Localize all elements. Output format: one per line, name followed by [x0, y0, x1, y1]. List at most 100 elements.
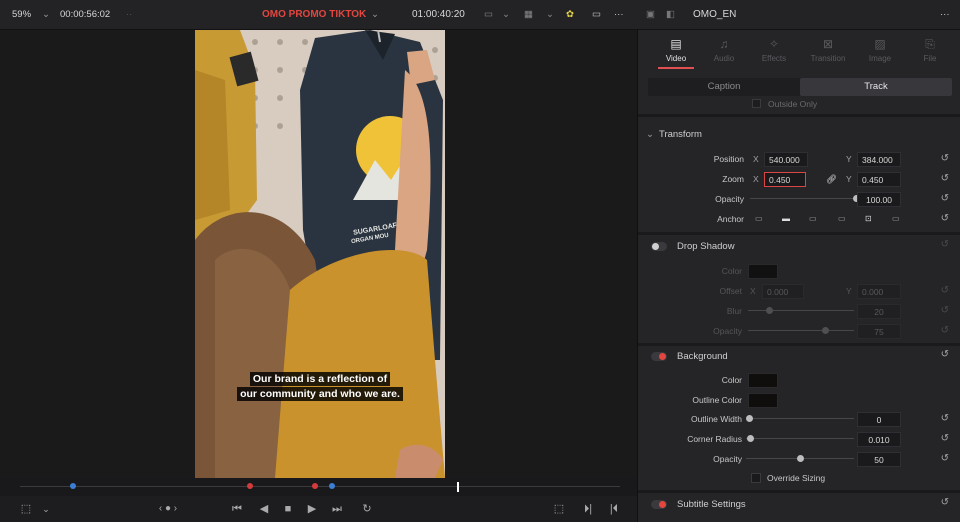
viewer[interactable]: Our brand is a reflection of our communi… [0, 30, 637, 478]
transform-opacity-slider[interactable] [750, 195, 860, 202]
shadow-opacity-field[interactable]: 75 [857, 324, 901, 339]
subtab-track[interactable]: Track [800, 78, 952, 96]
reset-icon[interactable]: ↺ [941, 430, 949, 448]
collapse-chevron-icon[interactable]: ⌄ [646, 124, 654, 146]
background-color-swatch[interactable] [748, 373, 778, 388]
marker-blue[interactable] [70, 483, 76, 489]
position-x-field[interactable]: 540.000 [764, 152, 808, 167]
overlay-chevron-icon[interactable]: ⌄ [546, 0, 554, 30]
reset-icon[interactable]: ↺ [941, 170, 949, 188]
reset-icon[interactable]: ↺ [941, 450, 949, 468]
subtitle-settings-toggle[interactable] [651, 500, 667, 509]
stop-icon[interactable]: ■ [280, 496, 296, 522]
link-icon[interactable]: 🔗︎ [826, 170, 837, 188]
video-frame[interactable]: Our brand is a reflection of our communi… [195, 30, 445, 478]
reset-icon[interactable]: ↺ [941, 302, 949, 320]
tab-video[interactable]: ▤ Video [650, 34, 702, 69]
outside-only-checkbox[interactable] [752, 99, 761, 108]
reset-icon[interactable]: ↺ [941, 190, 949, 208]
anchor-middle-icon[interactable]: ▬ [782, 210, 790, 228]
reset-icon[interactable]: ↺ [941, 346, 949, 364]
viewer-mode-chevron-icon[interactable]: ⌄ [502, 0, 510, 30]
slider-knob[interactable] [822, 327, 829, 334]
zoom-dropdown-chevron-icon[interactable]: ⌄ [42, 0, 50, 30]
background-opacity-field[interactable]: 50 [857, 452, 901, 467]
anchor-right-icon[interactable]: ▭ [892, 210, 900, 228]
playhead[interactable] [457, 482, 459, 492]
zoom-y-field[interactable]: 0.450 [857, 172, 901, 187]
loop-icon[interactable]: ↻ [358, 496, 376, 522]
timeline-name[interactable]: OMO PROMO TIKTOK [262, 0, 366, 30]
outline-width-slider[interactable] [746, 415, 854, 422]
reset-icon[interactable]: ↺ [941, 282, 949, 300]
drop-shadow-header[interactable]: Drop Shadow ↺ [638, 236, 960, 258]
slider-knob[interactable] [747, 435, 754, 442]
shadow-offset-x-field[interactable]: 0.000 [762, 284, 804, 299]
background-opacity-slider[interactable] [746, 455, 854, 462]
marker-red[interactable] [312, 483, 318, 489]
anchor-bottom-icon[interactable]: ▭ [809, 210, 817, 228]
shadow-blur-field[interactable]: 20 [857, 304, 901, 319]
corner-radius-field[interactable]: 0.010 [857, 432, 901, 447]
corner-radius-slider[interactable] [746, 435, 854, 442]
safe-area-icon[interactable]: ⬚ [18, 496, 34, 522]
outline-color-swatch[interactable] [748, 393, 778, 408]
safe-area-chevron-icon[interactable]: ⌄ [40, 496, 52, 522]
reset-icon[interactable]: ↺ [941, 322, 949, 340]
inspector-options-icon[interactable]: ··· [940, 0, 950, 30]
marker-blue[interactable] [329, 483, 335, 489]
transform-opacity-field[interactable]: 100.00 [857, 192, 901, 207]
tab-file[interactable]: ⎘ File [904, 34, 956, 63]
anchor-center-icon[interactable]: ⊡ [865, 210, 872, 228]
zoom-x-field[interactable]: 0.450 [764, 172, 806, 187]
drop-shadow-toggle[interactable] [651, 242, 667, 251]
shadow-color-swatch[interactable] [748, 264, 778, 279]
anchor-left-icon[interactable]: ▭ [838, 210, 846, 228]
subtitle-settings-header[interactable]: Subtitle Settings ↺ [638, 494, 960, 516]
options-dots-icon[interactable]: ·· [126, 0, 132, 30]
full-screen-icon[interactable]: ▭ [592, 0, 601, 30]
mark-in-icon[interactable]: ⏵| [580, 496, 596, 522]
shadow-opacity-slider[interactable] [748, 327, 854, 334]
background-header[interactable]: Background ↺ [638, 346, 960, 368]
slider-knob[interactable] [766, 307, 773, 314]
reset-icon[interactable]: ↺ [941, 494, 949, 512]
anchor-top-icon[interactable]: ▭ [755, 210, 763, 228]
mark-out-icon[interactable]: |⏴ [606, 496, 622, 522]
position-y-field[interactable]: 384.000 [857, 152, 901, 167]
scrubber-track[interactable] [20, 486, 620, 487]
last-frame-icon[interactable]: ⏭ [328, 496, 346, 522]
tab-image[interactable]: ▨ Image [854, 34, 906, 63]
override-sizing-checkbox[interactable] [751, 473, 761, 483]
monitor-overlay-icon[interactable]: ▦ [524, 0, 533, 30]
tab-audio[interactable]: ♫ Audio [698, 34, 750, 63]
play-icon[interactable]: ▶ [304, 496, 320, 522]
first-frame-icon[interactable]: ⏮ [228, 496, 246, 522]
slider-knob[interactable] [797, 455, 804, 462]
timeline-dropdown-chevron-icon[interactable]: ⌄ [371, 0, 379, 30]
marker-red[interactable] [247, 483, 253, 489]
zoom-level[interactable]: 59% [12, 0, 31, 30]
viewer-mode-icon[interactable]: ▭ [484, 0, 493, 30]
subtab-caption[interactable]: Caption [648, 78, 800, 96]
play-reverse-icon[interactable]: ◀ [256, 496, 272, 522]
match-frame-icon[interactable]: ⬚ [550, 496, 568, 522]
reset-icon[interactable]: ↺ [941, 236, 949, 254]
shadow-blur-slider[interactable] [748, 307, 854, 314]
background-toggle[interactable] [651, 352, 667, 361]
color-wheel-icon[interactable]: ✿ [566, 0, 574, 30]
jog-control-icon[interactable]: ‹ ● › [150, 496, 186, 522]
scrubber-bar[interactable] [0, 478, 637, 496]
tab-effects[interactable]: ✧ Effects [748, 34, 800, 63]
reset-icon[interactable]: ↺ [941, 410, 949, 428]
reset-icon[interactable]: ↺ [941, 210, 949, 228]
outline-width-field[interactable]: 0 [857, 412, 901, 427]
tab-transition[interactable]: ⊠ Transition [802, 34, 854, 63]
reset-icon[interactable]: ↺ [941, 150, 949, 168]
shadow-offset-y-field[interactable]: 0.000 [857, 284, 901, 299]
caption-track-switch: Caption Track [648, 78, 952, 96]
transform-header[interactable]: ⌄ Transform [638, 124, 960, 146]
viewer-options-icon[interactable]: ··· [614, 0, 624, 30]
slider-knob[interactable] [746, 415, 753, 422]
inspector-split-icon[interactable]: ◧ [666, 0, 675, 30]
